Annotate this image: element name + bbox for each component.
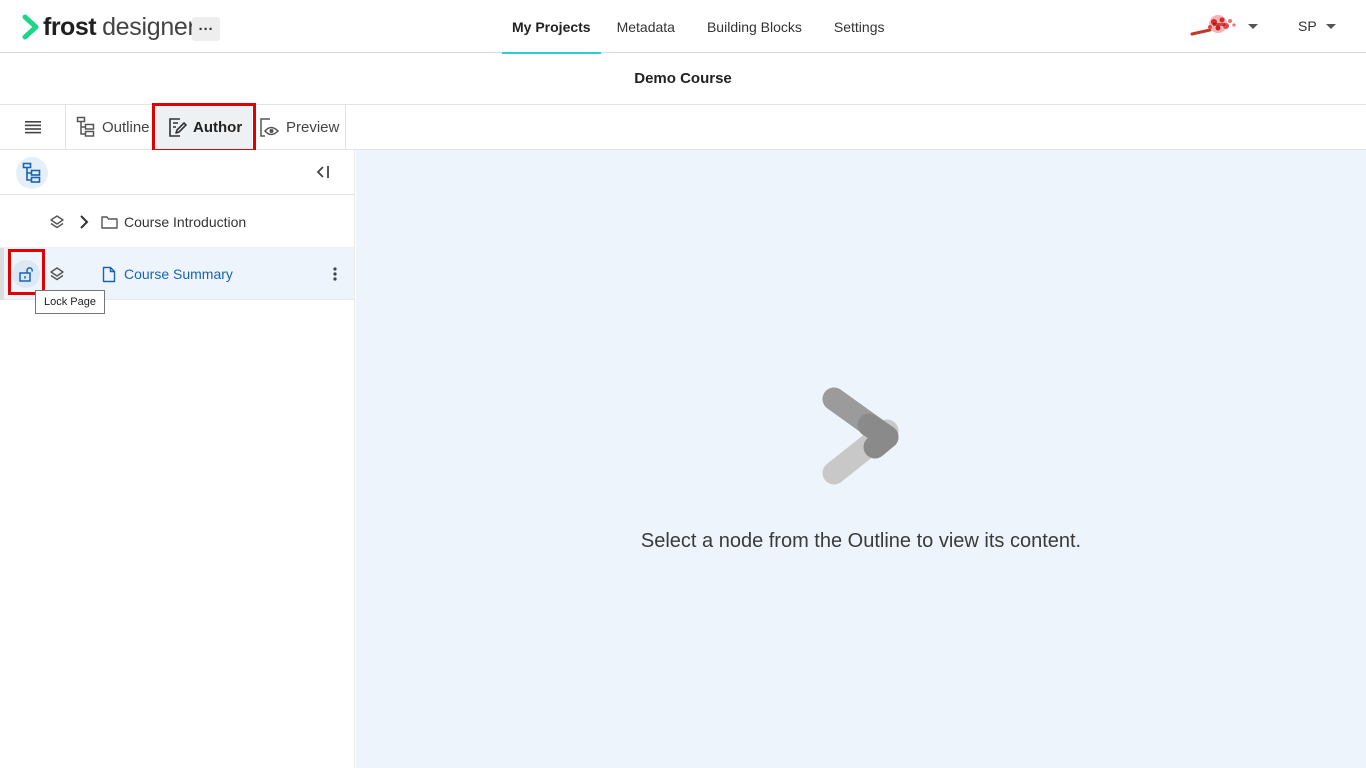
tab-author[interactable]: Author <box>156 105 252 149</box>
chevron-down-icon <box>1325 23 1336 29</box>
menu-toggle-button[interactable] <box>0 105 66 149</box>
nav-settings[interactable]: Settings <box>818 0 901 53</box>
collapse-left-icon <box>316 166 329 178</box>
unlock-icon <box>19 267 33 282</box>
tab-outline[interactable]: Outline <box>76 105 150 149</box>
editor-toolbar: Outline Author Preview <box>0 105 1366 150</box>
brand-chevron-icon <box>22 14 39 40</box>
nav-metadata[interactable]: Metadata <box>601 0 691 53</box>
tab-author-label: Author <box>193 118 243 136</box>
layers-icon[interactable] <box>48 266 66 282</box>
outline-panel-header <box>0 150 355 195</box>
tab-outline-label: Outline <box>102 118 150 136</box>
user-initials: SP <box>1298 18 1317 34</box>
collapse-panel-button[interactable] <box>312 162 334 182</box>
empty-state-message: Select a node from the Outline to view i… <box>640 530 1082 552</box>
organization-menu[interactable] <box>1188 12 1258 40</box>
chevron-down-icon <box>1248 23 1258 29</box>
chevron-right-icon[interactable] <box>77 214 91 230</box>
course-title-bar: Demo Course <box>0 53 1366 105</box>
kebab-menu-icon[interactable] <box>327 264 343 284</box>
hamburger-icon <box>24 121 41 134</box>
outline-panel: Course Introduction Course Summary <box>0 150 355 768</box>
page-document-icon <box>101 265 117 283</box>
outline-view-button[interactable] <box>16 157 48 189</box>
frost-designer-logo[interactable]: frost designer <box>22 12 196 42</box>
nav-building-blocks[interactable]: Building Blocks <box>691 0 818 53</box>
tree-structure-icon <box>22 162 41 183</box>
content-area: Select a node from the Outline to view i… <box>356 150 1366 768</box>
frost-chevron-placeholder-icon <box>822 387 899 485</box>
brand-name-light: designer <box>102 12 196 41</box>
main-nav: My Projects Metadata Building Blocks Set… <box>502 0 901 54</box>
tab-preview[interactable]: Preview <box>258 105 346 149</box>
user-menu[interactable]: SP <box>1298 18 1336 34</box>
author-edit-icon <box>169 118 187 137</box>
lock-page-button[interactable] <box>12 260 40 288</box>
top-header: frost designer ··· My Projects Metadata … <box>0 0 1366 54</box>
nav-my-projects[interactable]: My Projects <box>502 0 601 54</box>
outline-item-label[interactable]: Course Summary <box>124 266 233 282</box>
folder-icon <box>100 214 118 230</box>
preview-eye-icon <box>260 118 280 137</box>
lock-page-tooltip: Lock Page <box>35 290 105 314</box>
outline-row-course-introduction[interactable]: Course Introduction <box>0 196 354 248</box>
layers-icon[interactable] <box>48 214 66 230</box>
course-title: Demo Course <box>634 70 732 87</box>
tab-preview-label: Preview <box>286 118 340 136</box>
outline-tree-icon <box>76 116 95 137</box>
more-options-button[interactable]: ··· <box>192 17 220 41</box>
organization-logo-icon <box>1190 15 1236 36</box>
brand-name-bold: frost <box>43 12 97 41</box>
outline-item-label[interactable]: Course Introduction <box>124 214 246 230</box>
